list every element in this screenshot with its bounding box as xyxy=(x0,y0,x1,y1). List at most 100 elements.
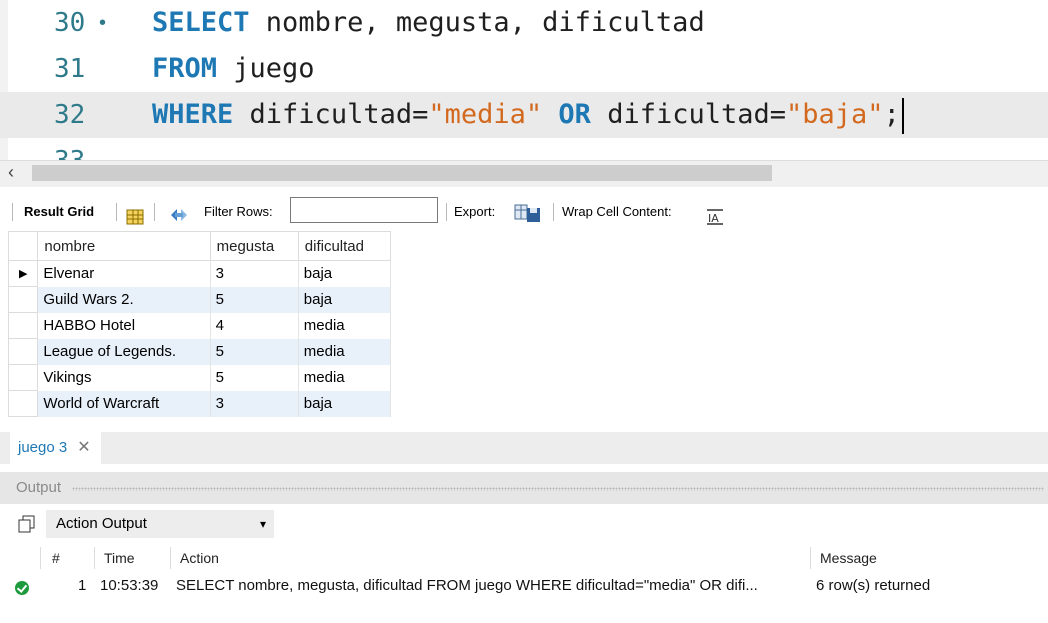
output-log-row[interactable]: 1 10:53:39 SELECT nombre, megusta, dific… xyxy=(0,573,1048,599)
row-selector[interactable] xyxy=(7,364,39,391)
row-selector[interactable] xyxy=(7,286,39,313)
output-toolbar: Action Output ▾ xyxy=(0,506,1048,542)
sql-string: "media" xyxy=(428,99,543,130)
table-row[interactable]: League of Legends. 5 media xyxy=(7,338,392,365)
cell-megusta[interactable]: 5 xyxy=(209,364,299,391)
column-header-index[interactable]: # xyxy=(52,545,60,571)
output-panel-header: Output xyxy=(0,472,1048,504)
table-row[interactable]: ▶ Elvenar 3 baja xyxy=(7,260,392,287)
statement-marker-icon: • xyxy=(99,12,107,34)
chevron-down-icon: ▾ xyxy=(260,517,267,531)
tab-label: juego 3 xyxy=(18,439,68,456)
row-selector[interactable] xyxy=(7,338,39,365)
cell-dificultad[interactable]: media xyxy=(297,312,392,339)
result-tab-bar xyxy=(0,432,1048,464)
cell-nombre[interactable]: Elvenar xyxy=(37,260,211,287)
editor-horizontal-scrollbar[interactable]: ‹ xyxy=(0,160,1048,187)
table-row[interactable]: World of Warcraft 3 baja xyxy=(7,390,392,417)
cell-megusta[interactable]: 5 xyxy=(209,338,299,365)
text-caret xyxy=(901,97,904,134)
cell-dificultad[interactable]: baja xyxy=(297,286,392,313)
close-icon[interactable]: ✕ xyxy=(77,439,90,456)
column-header-nombre[interactable]: nombre xyxy=(37,231,211,261)
code-line-33[interactable]: 33 -- xyxy=(0,138,1048,160)
panel-drag-grip[interactable] xyxy=(72,487,1044,491)
scrollbar-thumb[interactable] xyxy=(32,165,772,181)
cell-dificultad[interactable]: media xyxy=(297,338,392,365)
dropdown-value: Action Output xyxy=(56,515,147,532)
cell-dificultad[interactable]: baja xyxy=(297,390,392,417)
cell-nombre[interactable]: League of Legends. xyxy=(37,338,211,365)
row-selector-header[interactable] xyxy=(7,231,39,261)
sql-keyword: SELECT xyxy=(152,7,250,38)
line-number: 33 xyxy=(54,138,114,160)
wrap-cell-content-label: Wrap Cell Content: xyxy=(562,204,672,219)
tab-juego-3[interactable]: juego 3 ✕ xyxy=(10,432,101,464)
line-number: 32 xyxy=(54,100,86,130)
grid-header-row: nombre megusta dificultad xyxy=(7,231,392,261)
scroll-left-arrow-icon[interactable]: ‹ xyxy=(8,162,14,183)
table-row[interactable]: HABBO Hotel 4 media xyxy=(7,312,392,339)
code-text: FROM juego xyxy=(152,46,315,92)
sql-text: dificultad= xyxy=(233,99,429,130)
toolbar-separator xyxy=(154,203,155,221)
cell-megusta[interactable]: 5 xyxy=(209,286,299,313)
row-selector[interactable] xyxy=(7,390,39,417)
svg-text:IA: IA xyxy=(708,212,719,225)
column-header-message[interactable]: Message xyxy=(820,545,877,571)
output-title: Output xyxy=(16,479,62,496)
output-type-dropdown[interactable]: Action Output ▾ xyxy=(46,510,274,538)
result-grid-button[interactable]: Result Grid xyxy=(24,195,94,229)
copy-icon[interactable] xyxy=(18,515,36,537)
column-header-megusta[interactable]: megusta xyxy=(209,231,299,261)
result-toolbar: Result Grid Filter Rows: Export: Wrap Ce… xyxy=(0,195,1048,229)
cell-dificultad[interactable]: media xyxy=(297,364,392,391)
code-line-31[interactable]: 31 FROM juego xyxy=(0,46,1048,92)
cell-nombre[interactable]: Vikings xyxy=(37,364,211,391)
column-header-time[interactable]: Time xyxy=(104,545,135,571)
line-number: 31 xyxy=(54,54,86,84)
export-icon[interactable] xyxy=(514,202,542,222)
cell-nombre[interactable]: HABBO Hotel xyxy=(37,312,211,339)
wrap-cell-toggle-icon[interactable]: IA xyxy=(706,204,724,225)
column-divider[interactable] xyxy=(810,547,811,569)
cell-megusta[interactable]: 3 xyxy=(209,390,299,417)
output-log-header: # Time Action Message xyxy=(0,545,1048,571)
result-grid[interactable]: nombre megusta dificultad ▶ Elvenar 3 ba… xyxy=(7,231,392,417)
filter-rows-label: Filter Rows: xyxy=(204,204,273,219)
column-divider[interactable] xyxy=(170,547,171,569)
cell-megusta[interactable]: 4 xyxy=(209,312,299,339)
row-selector[interactable]: ▶ xyxy=(7,260,39,287)
form-editor-icon[interactable] xyxy=(126,204,144,225)
sql-text: nombre, megusta, dificultad xyxy=(249,7,705,38)
code-line-32[interactable]: 32 WHERE dificultad="media" OR dificulta… xyxy=(0,92,1048,138)
column-header-action[interactable]: Action xyxy=(180,545,219,571)
toolbar-separator xyxy=(116,203,117,221)
log-message: 6 row(s) returned xyxy=(816,577,931,594)
sql-keyword: FROM xyxy=(152,53,218,84)
code-line-30[interactable]: 30 • SELECT nombre, megusta, dificultad xyxy=(0,0,1048,46)
code-text: SELECT nombre, megusta, dificultad xyxy=(152,0,705,46)
column-divider[interactable] xyxy=(40,547,41,569)
cell-nombre[interactable]: Guild Wars 2. xyxy=(37,286,211,313)
row-selector[interactable] xyxy=(7,312,39,339)
column-divider[interactable] xyxy=(94,547,95,569)
cell-megusta[interactable]: 3 xyxy=(209,260,299,287)
table-row[interactable]: Vikings 5 media xyxy=(7,364,392,391)
table-row[interactable]: Guild Wars 2. 5 baja xyxy=(7,286,392,313)
sql-keyword: WHERE xyxy=(152,99,234,130)
refresh-icon[interactable] xyxy=(168,203,190,221)
column-header-dificultad[interactable]: dificultad xyxy=(297,231,392,261)
sql-string: "baja" xyxy=(786,99,884,130)
sql-editor[interactable]: 30 • SELECT nombre, megusta, dificultad … xyxy=(0,0,1048,160)
sql-text: juego xyxy=(217,53,315,84)
sql-text: -- xyxy=(152,145,185,160)
code-text: -- xyxy=(152,138,185,160)
success-check-icon xyxy=(15,581,29,595)
cell-dificultad[interactable]: baja xyxy=(297,260,392,287)
cell-nombre[interactable]: World of Warcraft xyxy=(37,390,211,417)
filter-rows-input[interactable] xyxy=(290,197,438,223)
toolbar-separator xyxy=(446,203,447,221)
sql-keyword: OR xyxy=(558,99,591,130)
